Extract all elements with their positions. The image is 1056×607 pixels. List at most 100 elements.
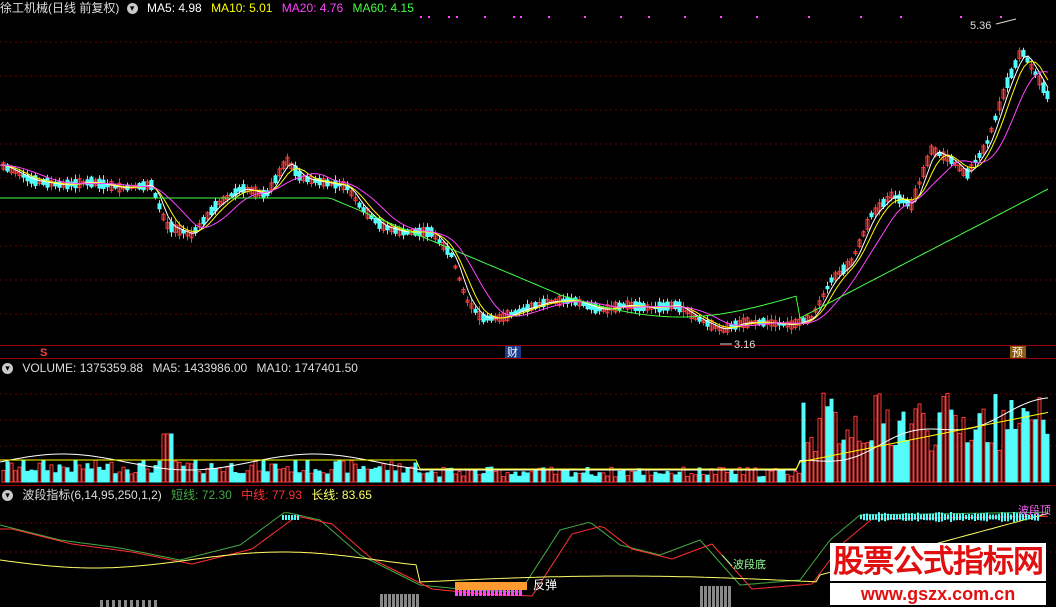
volume-bar[interactable] — [521, 471, 526, 483]
volume-bar[interactable] — [657, 473, 662, 483]
candle-body[interactable] — [357, 202, 362, 208]
volume-bar[interactable] — [757, 476, 762, 483]
volume-bar[interactable] — [889, 444, 894, 483]
price-menu-icon[interactable]: ▾ — [126, 3, 138, 15]
volume-bar[interactable] — [325, 473, 330, 483]
volume-bar[interactable] — [117, 471, 122, 483]
volume-bar[interactable] — [129, 473, 134, 483]
volume-bar[interactable] — [501, 476, 506, 483]
volume-menu-icon[interactable]: ▾ — [2, 363, 13, 375]
volume-bar[interactable] — [997, 449, 1002, 483]
volume-bar[interactable] — [469, 469, 474, 483]
volume-bar[interactable] — [885, 409, 890, 483]
volume-bar[interactable] — [481, 473, 486, 483]
candle-body[interactable] — [825, 286, 830, 290]
volume-bar[interactable] — [545, 469, 550, 483]
volume-bar[interactable] — [761, 476, 766, 483]
volume-bar[interactable] — [5, 461, 10, 483]
volume-bar[interactable] — [985, 442, 990, 483]
volume-bar[interactable] — [409, 466, 414, 483]
volume-bar[interactable] — [1045, 433, 1050, 483]
volume-bar[interactable] — [701, 474, 706, 483]
volume-bar[interactable] — [257, 470, 262, 483]
volume-bar[interactable] — [321, 472, 326, 483]
candle-body[interactable] — [473, 308, 478, 313]
volume-bar[interactable] — [617, 470, 622, 483]
volume-bar[interactable] — [17, 466, 22, 483]
volume-bar[interactable] — [821, 392, 826, 483]
volume-bar[interactable] — [993, 394, 998, 483]
volume-bar[interactable] — [765, 469, 770, 483]
volume-bar[interactable] — [769, 470, 774, 483]
candlesticks[interactable] — [1, 47, 1050, 336]
candle-body[interactable] — [869, 212, 874, 218]
volume-bar[interactable] — [285, 466, 290, 483]
volume-bar[interactable] — [1029, 419, 1034, 483]
volume-bar[interactable] — [929, 450, 934, 483]
volume-bar[interactable] — [93, 459, 98, 483]
event-marker-cai[interactable]: 财 — [507, 345, 518, 359]
volume-bar[interactable] — [493, 470, 498, 483]
volume-bar[interactable] — [317, 470, 322, 483]
volume-bar[interactable] — [513, 471, 518, 483]
volume-bar[interactable] — [185, 462, 190, 483]
volume-bar[interactable] — [225, 466, 230, 483]
volume-bar[interactable] — [329, 469, 334, 483]
candle-body[interactable] — [617, 302, 622, 311]
volume-bar[interactable] — [461, 475, 466, 483]
volume-bar[interactable] — [777, 468, 782, 483]
candle-body[interactable] — [1013, 60, 1018, 68]
volume-bar[interactable] — [641, 474, 646, 483]
volume-bar[interactable] — [601, 472, 606, 483]
volume-bar[interactable] — [349, 460, 354, 483]
candle-body[interactable] — [449, 252, 454, 258]
volume-bar[interactable] — [713, 473, 718, 483]
volume-bar[interactable] — [725, 471, 730, 483]
volume-bar[interactable] — [685, 475, 690, 483]
volume-bar[interactable] — [529, 471, 534, 483]
volume-bar[interactable] — [873, 395, 878, 483]
volume-bar[interactable] — [805, 442, 810, 483]
volume-bar[interactable] — [933, 444, 938, 483]
volume-bar[interactable] — [125, 469, 130, 483]
volume-bar[interactable] — [1005, 429, 1010, 483]
volume-bar[interactable] — [517, 475, 522, 483]
volume-bar[interactable] — [561, 468, 566, 483]
volume-bar[interactable] — [13, 470, 18, 483]
volume-bar[interactable] — [313, 469, 318, 483]
candle-body[interactable] — [977, 153, 982, 158]
candle-body[interactable] — [21, 174, 26, 178]
volume-bar[interactable] — [477, 474, 482, 483]
volume-bar[interactable] — [161, 433, 166, 483]
volume-bar[interactable] — [413, 462, 418, 483]
volume-bar[interactable] — [137, 462, 142, 483]
volume-bar[interactable] — [217, 467, 222, 483]
event-marker-yu[interactable]: 预 — [1012, 346, 1023, 359]
volume-bar[interactable] — [669, 472, 674, 483]
volume-bar[interactable] — [781, 468, 786, 483]
volume-bar[interactable] — [1017, 422, 1022, 483]
volume-bar[interactable] — [113, 473, 118, 483]
event-marker-s[interactable]: S — [40, 347, 47, 359]
volume-bar[interactable] — [405, 467, 410, 483]
volume-bar[interactable] — [981, 408, 986, 483]
volume-bar[interactable] — [393, 470, 398, 483]
volume-bar[interactable] — [337, 459, 342, 483]
volume-bar[interactable] — [341, 460, 346, 483]
volume-bar[interactable] — [197, 471, 202, 483]
volume-bar[interactable] — [709, 468, 714, 483]
volume-bar[interactable] — [849, 437, 854, 483]
volume-bar[interactable] — [85, 463, 90, 483]
volume-bar[interactable] — [1025, 411, 1030, 483]
volume-bar[interactable] — [25, 470, 30, 483]
volume-bar[interactable] — [105, 463, 110, 483]
volume-bar[interactable] — [433, 472, 438, 483]
volume-bar[interactable] — [625, 475, 630, 483]
volume-bar[interactable] — [533, 470, 538, 483]
candle-body[interactable] — [213, 201, 218, 212]
volume-bar[interactable] — [957, 432, 962, 483]
volume-bar[interactable] — [401, 472, 406, 483]
volume-bar[interactable] — [573, 472, 578, 483]
volume-bar[interactable] — [369, 468, 374, 483]
volume-bar[interactable] — [613, 476, 618, 483]
